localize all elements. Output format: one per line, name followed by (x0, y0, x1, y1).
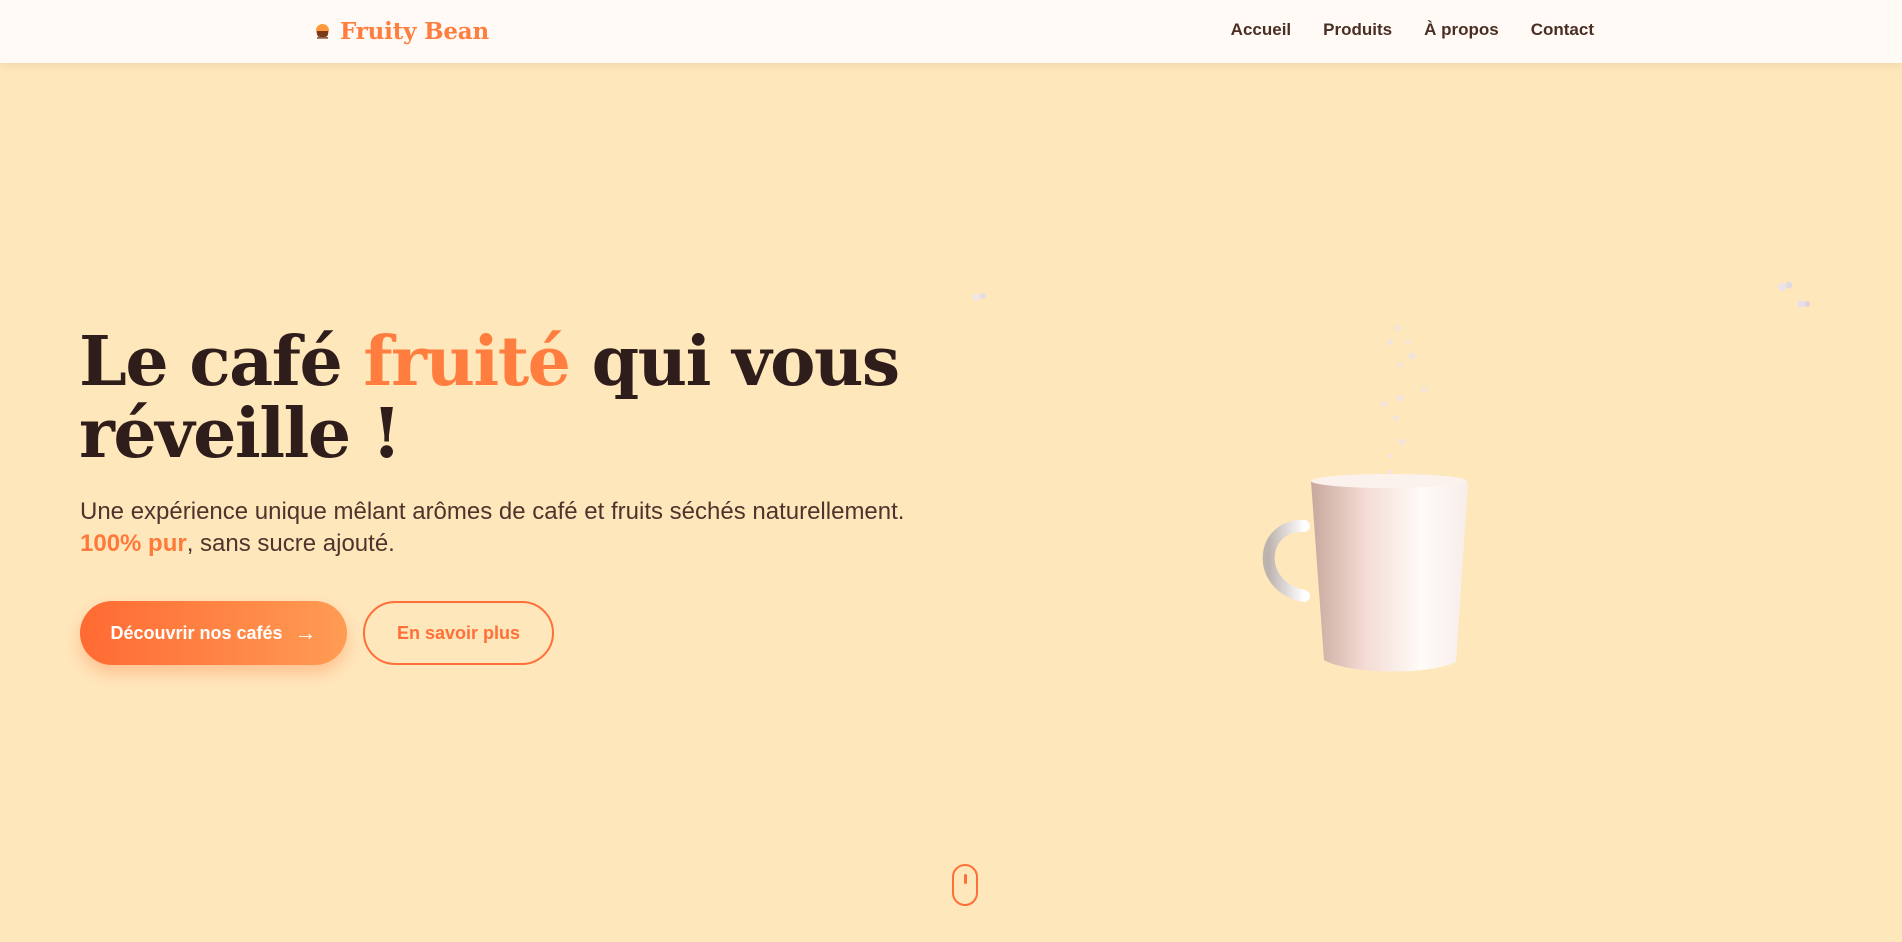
hero-title-accent: fruité (363, 322, 571, 402)
navbar: Fruity Bean Accueil Produits À propos Co… (0, 0, 1902, 63)
brand-link[interactable]: Fruity Bean (314, 14, 489, 48)
coffee-cup-logo-icon (316, 23, 329, 39)
mouse-scroll-icon[interactable] (952, 864, 978, 906)
hero-title: Le café fruité qui vous réveille ! (79, 326, 979, 470)
hero-title-part1: Le café (79, 322, 364, 402)
discover-coffees-label: Découvrir nos cafés (110, 622, 283, 643)
nav-link-a-propos[interactable]: À propos (1424, 20, 1499, 40)
nav-link-produits[interactable]: Produits (1323, 20, 1392, 40)
hero-description-highlight: 100% pur (80, 530, 187, 557)
floating-bubbles-icon (972, 293, 986, 301)
steam-particles (1381, 325, 1427, 475)
nav-link-accueil[interactable]: Accueil (1231, 20, 1291, 40)
main-navigation: Accueil Produits À propos Contact (1231, 20, 1594, 40)
floating-bubbles-icon (1778, 281, 1810, 308)
arrow-right-icon: → (294, 620, 317, 645)
brand-name: Fruity Bean (340, 17, 489, 45)
hero-description-line1: Une expérience unique mêlant arômes de c… (80, 498, 905, 525)
nav-link-contact[interactable]: Contact (1531, 20, 1594, 40)
hero-description: Une expérience unique mêlant arômes de c… (80, 496, 980, 560)
discover-coffees-button[interactable]: Découvrir nos cafés → (80, 601, 347, 665)
hero-description-rest: , sans sucre ajouté. (186, 530, 395, 557)
learn-more-button[interactable]: En savoir plus (363, 601, 554, 665)
scroll-wheel-dot (964, 874, 967, 884)
coffee-mug-illustration (1240, 300, 1500, 680)
